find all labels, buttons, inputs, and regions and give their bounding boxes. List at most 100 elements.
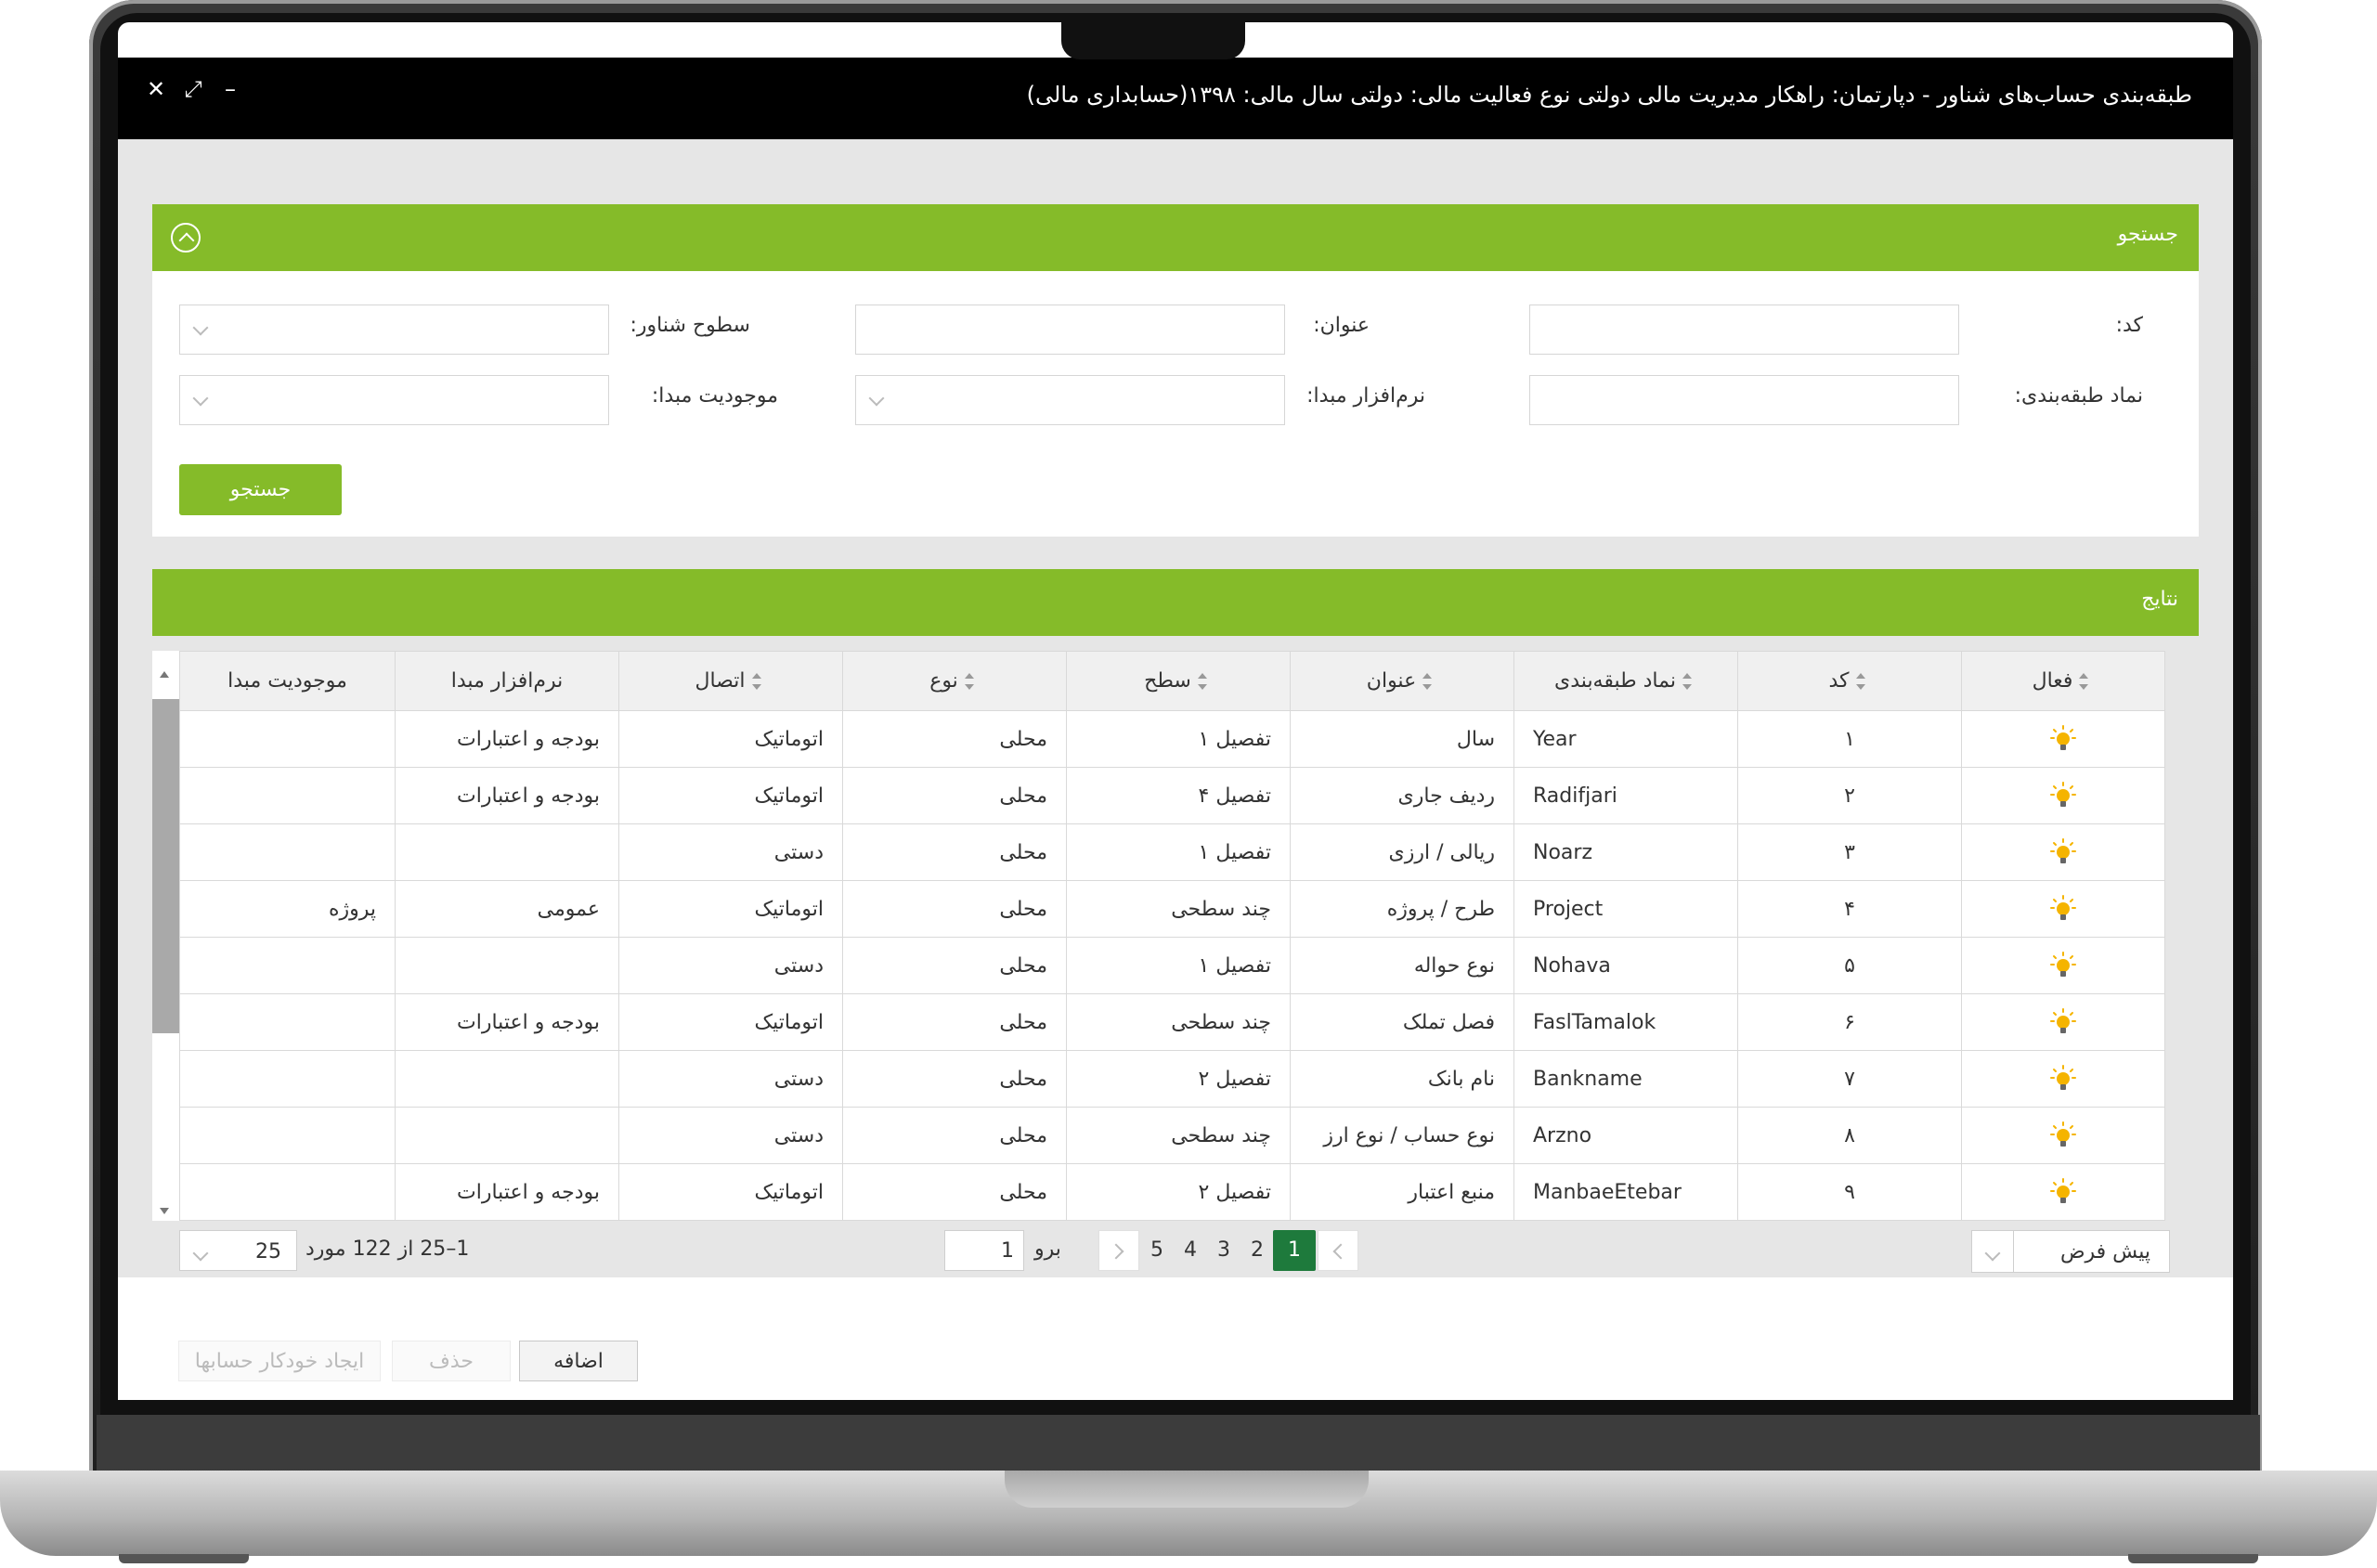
chevron-down-icon (192, 390, 209, 407)
table-row[interactable]: ۸ Arzno نوع حساب / نوع ارز چند سطحی محلی دستی (179, 1107, 2165, 1164)
level-cell: چند سطحی (1066, 993, 1291, 1051)
connection-cell: اتوماتیک (618, 993, 843, 1051)
next-page-icon[interactable] (1098, 1230, 1139, 1271)
search-panel-header[interactable]: جستجو (152, 204, 2199, 271)
page-1-current[interactable]: 1 (1273, 1230, 1316, 1271)
page-size-select[interactable]: 25 (179, 1230, 297, 1271)
scroll-up-icon[interactable] (160, 671, 169, 678)
page-5[interactable]: 5 (1141, 1230, 1173, 1271)
code-cell: ۱ (1737, 710, 1962, 768)
table-row[interactable]: ۱ Year سال تفصیل ۱ محلی اتوماتیک بودجه و اعتبا… (179, 710, 2165, 768)
camera-notch (1061, 22, 1245, 59)
page-4[interactable]: 4 (1175, 1230, 1206, 1271)
col-header-software[interactable]: نرم‌افزار مبدا (395, 651, 619, 711)
software-cell (395, 1050, 619, 1108)
symbol-cell: FaslTamalok (1513, 993, 1738, 1051)
col-header-symbol[interactable]: نماد طبقه‌بندی (1513, 651, 1738, 711)
table-row[interactable]: ۵ Nohava نوع حواله تفصیل ۱ محلی دستی (179, 937, 2165, 994)
active-cell[interactable] (1961, 993, 2165, 1051)
expand-icon[interactable]: ⤢ (181, 76, 205, 102)
symbol-cell: Arzno (1513, 1107, 1738, 1164)
software-select[interactable] (855, 375, 1285, 425)
code-input[interactable] (1529, 305, 1959, 355)
software-cell: عمومی (395, 880, 619, 938)
levels-select[interactable] (179, 305, 609, 355)
symbol-cell: Year (1513, 710, 1738, 768)
col-header-type[interactable]: نوع (842, 651, 1067, 711)
connection-cell: دستی (618, 823, 843, 881)
entity-select[interactable] (179, 375, 609, 425)
chevron-down-icon (192, 319, 209, 336)
code-cell: ۸ (1737, 1107, 1962, 1164)
table-scrollbar[interactable] (152, 651, 179, 1221)
table-row[interactable]: ۹ ManbaeEtebar منبع اعتبار تفصیل ۲ محلی اتوما… (179, 1163, 2165, 1221)
auto-create-accounts-button[interactable]: ایجاد خودکار حسابها (178, 1341, 381, 1381)
active-cell[interactable] (1961, 937, 2165, 994)
minimize-icon[interactable]: – (218, 76, 242, 102)
type-cell: محلی (842, 937, 1067, 994)
table-row[interactable]: ۴ Project طرح / پروژه چند سطحی محلی اتوماتیک ع… (179, 880, 2165, 938)
active-cell[interactable] (1961, 1107, 2165, 1164)
software-cell (395, 823, 619, 881)
level-cell: تفصیل ۱ (1066, 823, 1291, 881)
level-cell: چند سطحی (1066, 880, 1291, 938)
sort-icon (1855, 673, 1865, 690)
col-header-level[interactable]: سطح (1066, 651, 1291, 711)
title-cell: طرح / پروژه (1290, 880, 1514, 938)
title-cell: ردیف جاری (1290, 767, 1514, 824)
table-row[interactable]: ۷ Bankname نام بانک تفصیل ۲ محلی دستی (179, 1050, 2165, 1108)
code-cell: ۹ (1737, 1163, 1962, 1221)
active-cell[interactable] (1961, 710, 2165, 768)
code-cell: ۶ (1737, 993, 1962, 1051)
lightbulb-icon (2050, 1065, 2076, 1090)
connection-cell: اتوماتیک (618, 767, 843, 824)
entity-cell (179, 1107, 396, 1164)
active-cell[interactable] (1961, 880, 2165, 938)
page-3[interactable]: 3 (1208, 1230, 1240, 1271)
view-select[interactable]: پیش فرض (1971, 1230, 2170, 1273)
col-header-title[interactable]: عنوان (1290, 651, 1514, 711)
search-panel-title: جستجو (2117, 223, 2178, 246)
levels-label: سطوح شناور: (630, 314, 750, 337)
search-panel: جستجو کد: عنوان: سطوح شناور: نماد طبقه‌ب… (152, 204, 2199, 537)
goto-page-input[interactable]: 1 (944, 1230, 1024, 1271)
window-title: طبقه‌بندی حساب‌های شناور - دپارتمان: راه… (1026, 82, 2192, 108)
level-cell: تفصیل ۱ (1066, 937, 1291, 994)
code-cell: ۳ (1737, 823, 1962, 881)
collapse-icon[interactable] (171, 223, 201, 253)
search-button[interactable]: جستجو (179, 464, 342, 515)
col-header-connection[interactable]: اتصال (618, 651, 843, 711)
entity-label: موجودیت مبدا: (651, 384, 778, 408)
table-row[interactable]: ۶ FaslTamalok فصل تملک چند سطحی محلی اتوماتیک… (179, 993, 2165, 1051)
symbol-input[interactable] (1529, 375, 1959, 425)
code-cell: ۵ (1737, 937, 1962, 994)
close-icon[interactable]: ✕ (144, 76, 168, 102)
delete-button[interactable]: حذف (392, 1341, 511, 1381)
symbol-cell: Project (1513, 880, 1738, 938)
table-header-row: فعال کد نماد طبقه‌بندی عنوان سطح نوع اتص… (179, 651, 2165, 711)
entity-cell (179, 710, 396, 768)
table-row[interactable]: ۲ Radifjari ردیف جاری تفصیل ۴ محلی اتوماتیک بو… (179, 767, 2165, 824)
scroll-down-icon[interactable] (160, 1208, 169, 1214)
col-header-code[interactable]: کد (1737, 651, 1962, 711)
add-button[interactable]: اضافه (519, 1341, 638, 1381)
symbol-cell: Noarz (1513, 823, 1738, 881)
results-panel-title: نتایج (2141, 588, 2178, 611)
active-cell[interactable] (1961, 767, 2165, 824)
code-label: کد: (2115, 314, 2143, 337)
active-cell[interactable] (1961, 1163, 2165, 1221)
symbol-cell: ManbaeEtebar (1513, 1163, 1738, 1221)
col-header-active[interactable]: فعال (1961, 651, 2165, 711)
table-row[interactable]: ۳ Noarz ریالی / ارزی تفصیل ۱ محلی دستی (179, 823, 2165, 881)
col-header-entity[interactable]: موجودیت مبدا (179, 651, 396, 711)
prev-page-icon[interactable] (1318, 1230, 1358, 1271)
connection-cell: اتوماتیک (618, 880, 843, 938)
page-2[interactable]: 2 (1241, 1230, 1273, 1271)
range-text: 1–25 از 122 مورد (305, 1238, 470, 1261)
title-input[interactable] (855, 305, 1285, 355)
active-cell[interactable] (1961, 1050, 2165, 1108)
chevron-down-icon (192, 1245, 209, 1262)
scrollbar-thumb[interactable] (152, 699, 179, 1033)
lightbulb-icon (2050, 725, 2076, 750)
active-cell[interactable] (1961, 823, 2165, 881)
